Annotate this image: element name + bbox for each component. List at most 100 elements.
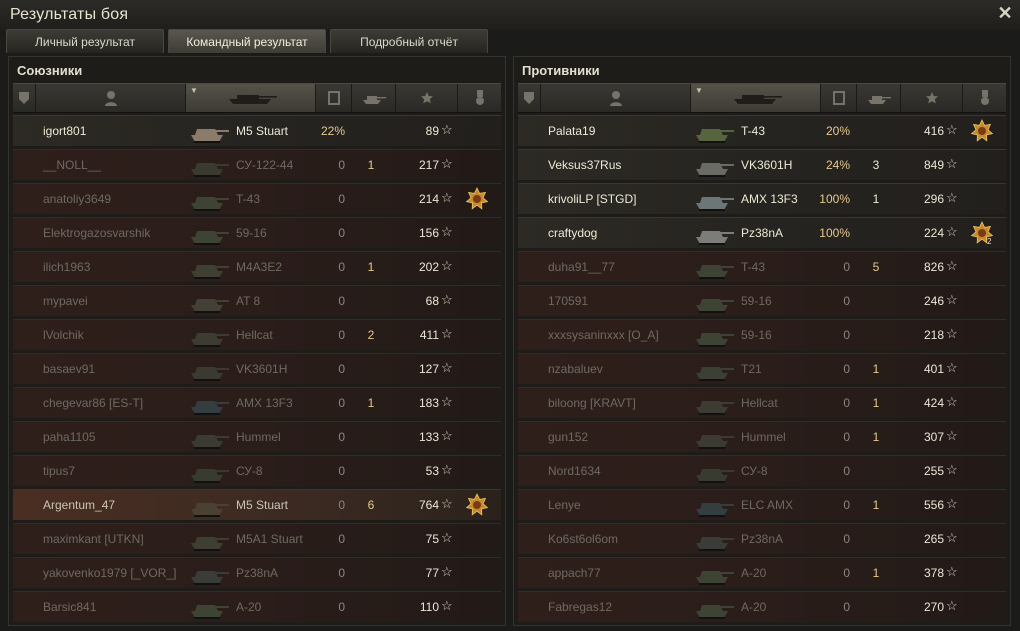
player-name: tipus7 [43,464,76,478]
xp-value: 75 [425,532,439,546]
player-row[interactable]: Veksus37Rus VK3601H 24% 3 849 ☆ [518,149,1006,180]
tank-icon [696,435,734,449]
player-name: __NOLL__ [43,158,102,172]
player-row[interactable]: paha1105 Hummel 0 133 ☆ [13,421,501,452]
damage-icon[interactable] [315,84,352,112]
player-row[interactable]: krivoliLP [STGD] AMX 13F3 100% 1 296 ☆ [518,183,1006,214]
player-name: Lenye [548,498,581,512]
star-icon: ☆ [441,258,453,273]
damage-value: 0 [843,294,850,308]
player-row[interactable]: nzabaluev T21 0 1 401 ☆ [518,353,1006,384]
player-row[interactable]: Palata19 T-43 20% 416 ☆ [518,115,1006,146]
tank-icon [696,231,734,245]
player-row[interactable]: Ko6st6ol6om Pz38nA 0 265 ☆ [518,523,1006,554]
player-name: Elektrogazosvarshik [43,226,151,240]
player-name: lVolchik [43,328,84,342]
tank-icon[interactable]: ▼ [690,84,821,112]
damage-value: 24% [825,158,850,172]
tank-icon [191,537,229,551]
player-row[interactable]: Argentum_47 M5 Stuart 0 6 764 ☆ [13,489,501,520]
player-row[interactable]: anatoliy3649 T-43 0 214 ☆ [13,183,501,214]
tank-icon [191,129,229,143]
player-row[interactable]: Lenye ELC AMX 0 1 556 ☆ [518,489,1006,520]
tank-icon [191,265,229,279]
tank-icon [191,333,229,347]
medal-icon[interactable] [962,84,1007,112]
tank-icon[interactable]: ▼ [185,84,316,112]
xp-value: 416 [923,124,944,138]
medal-icon[interactable] [465,493,489,517]
enemies-title: Противники [522,63,600,78]
frags-value: 1 [872,362,880,376]
player-row[interactable]: Fabregas12 A-20 0 270 ☆ [518,591,1006,622]
player-name: ilich1963 [43,260,91,274]
damage-value: 20% [825,124,850,138]
platoon-icon[interactable] [518,84,540,112]
player-row[interactable]: __NOLL__ СУ-122-44 0 1 217 ☆ [13,149,501,180]
medal-icon[interactable] [457,84,502,112]
player-row[interactable]: craftydog Pz38nA 100% 224 ☆ 2 [518,217,1006,248]
tank-icon [696,537,734,551]
frags-value: 2 [367,328,375,342]
star-icon: ☆ [946,190,958,205]
platoon-icon[interactable] [13,84,35,112]
star-icon: ☆ [441,394,453,409]
player-row[interactable]: biloong [KRAVT] Hellcat 0 1 424 ☆ [518,387,1006,418]
player-row[interactable]: duha91__77 T-43 0 5 826 ☆ [518,251,1006,282]
star-icon: ☆ [946,326,958,341]
player-row[interactable]: igort801 M5 Stuart 22% 89 ☆ [13,115,501,146]
player-name: krivoliLP [STGD] [548,192,637,206]
player-row[interactable]: mypavei AT 8 0 68 ☆ [13,285,501,316]
player-row[interactable]: Nord1634 СУ-8 0 255 ☆ [518,455,1006,486]
player-row[interactable]: gun152 Hummel 0 1 307 ☆ [518,421,1006,452]
medal-icon[interactable] [465,187,489,211]
tank-icon [696,265,734,279]
medal-icon[interactable] [970,119,994,143]
frags-value: 3 [872,158,880,172]
star-icon: ☆ [441,190,453,205]
player-row[interactable]: yakovenko1979 [_VOR_] Pz38nA 0 77 ☆ [13,557,501,588]
frags-value: 1 [367,260,375,274]
player-name: appach77 [548,566,601,580]
player-name: Fabregas12 [548,600,613,614]
star-icon: ☆ [441,122,453,137]
allies-column-header: ▼ [13,83,501,113]
medal-icon[interactable]: 2 [970,221,994,245]
player-row[interactable]: ilich1963 M4A3E2 0 1 202 ☆ [13,251,501,282]
player-row[interactable]: maximkant [UTKN] M5A1 Stuart 0 75 ☆ [13,523,501,554]
damage-value: 0 [843,498,850,512]
damage-value: 0 [843,396,850,410]
damage-value: 100% [819,192,850,206]
player-row[interactable]: appach77 A-20 0 1 378 ☆ [518,557,1006,588]
xp-value: 53 [425,464,439,478]
frags-value: 1 [872,192,880,206]
player-icon[interactable] [35,84,186,112]
frags-icon[interactable] [351,84,396,112]
damage-value: 0 [338,362,345,376]
player-icon[interactable] [540,84,691,112]
tab-team-result[interactable]: Командный результат [168,29,326,53]
player-name: yakovenko1979 [_VOR_] [43,566,177,580]
xp-value: 270 [923,600,944,614]
player-row[interactable]: Elektrogazosvarshik 59-16 0 156 ☆ [13,217,501,248]
frags-icon[interactable] [856,84,901,112]
tab-personal-result[interactable]: Личный результат [6,29,164,53]
damage-value: 0 [843,532,850,546]
player-row[interactable]: Barsic841 A-20 0 110 ☆ [13,591,501,622]
player-row[interactable]: tipus7 СУ-8 0 53 ☆ [13,455,501,486]
player-row[interactable]: lVolchik Hellcat 0 2 411 ☆ [13,319,501,350]
player-row[interactable]: chegevar86 [ES-T] AMX 13F3 0 1 183 ☆ [13,387,501,418]
frags-value: 1 [872,566,880,580]
player-row[interactable]: basaev91 VK3601H 0 127 ☆ [13,353,501,384]
player-row[interactable]: 170591 59-16 0 246 ☆ [518,285,1006,316]
damage-value: 0 [338,532,345,546]
tab-detailed-report[interactable]: Подробный отчёт [330,29,488,53]
xp-star-icon[interactable] [900,84,963,112]
damage-value: 100% [819,226,850,240]
player-row[interactable]: xxxsysaninxxx [O_A] 59-16 0 218 ☆ [518,319,1006,350]
xp-value: 224 [923,226,944,240]
close-icon[interactable]: ✕ [996,4,1014,22]
damage-icon[interactable] [820,84,857,112]
xp-star-icon[interactable] [395,84,458,112]
damage-value: 0 [843,566,850,580]
